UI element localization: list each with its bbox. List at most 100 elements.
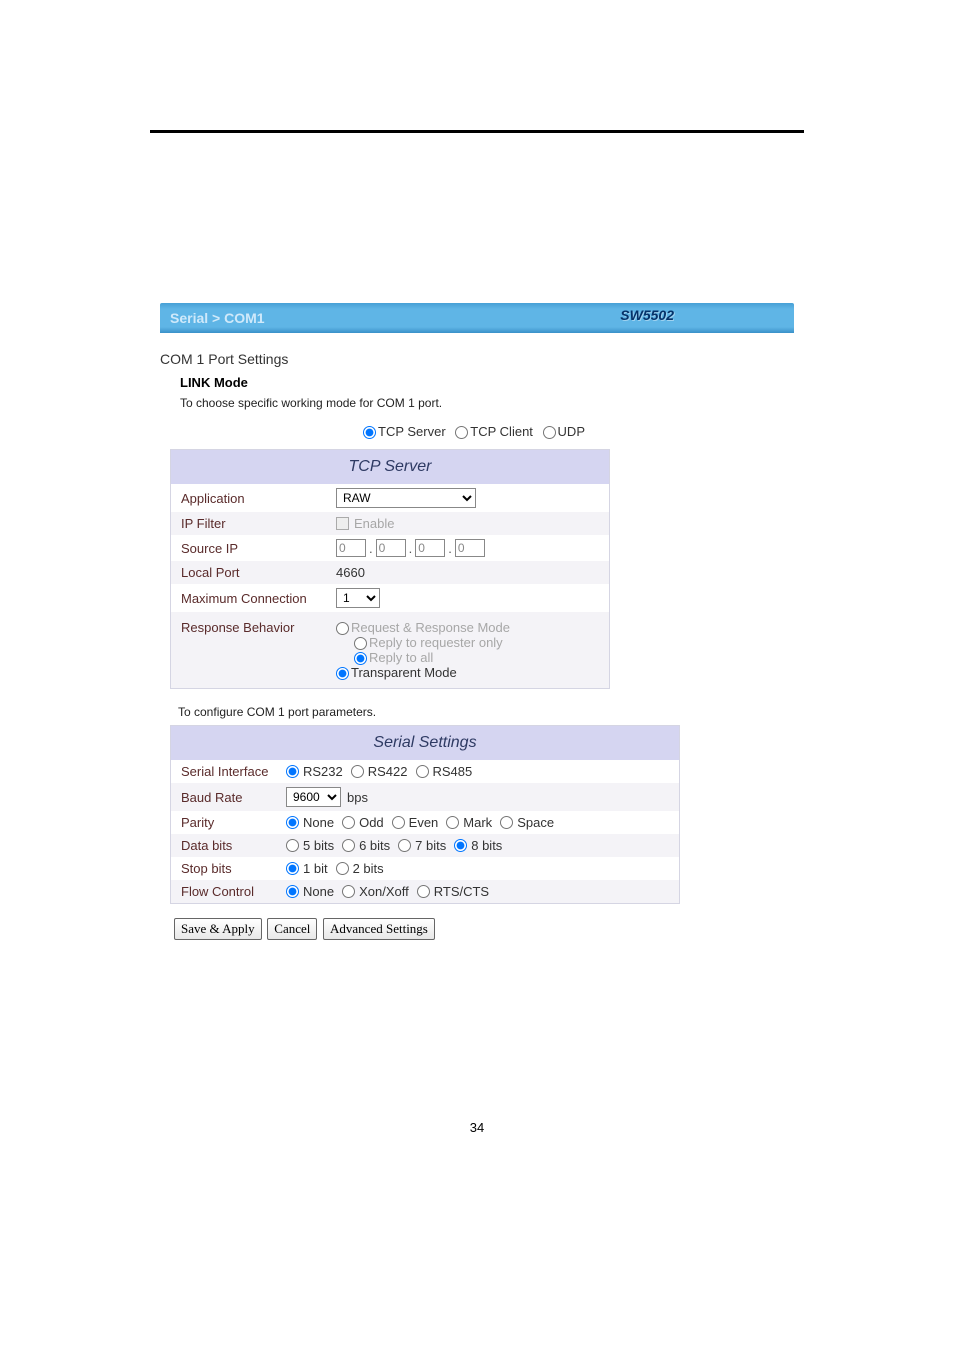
row-sourceip: Source IP . . . (171, 535, 609, 561)
page-number: 34 (0, 1120, 954, 1135)
device-model: SW5502 (620, 307, 674, 323)
cancel-button[interactable]: Cancel (267, 918, 317, 940)
row-localport: Local Port 4660 (171, 561, 609, 584)
radio-reply-requester[interactable] (354, 637, 367, 650)
title-bar: Serial > COM1 SW5502 (160, 303, 794, 333)
label-ipfilter: IP Filter (181, 516, 336, 531)
radio-parity-none[interactable] (286, 816, 299, 829)
label-6bits: 6 bits (359, 838, 390, 853)
tcp-server-panel-title: TCP Server (171, 450, 609, 484)
row-response: Response Behavior Request & Response Mod… (171, 612, 609, 688)
label-maxconn: Maximum Connection (181, 591, 336, 606)
advanced-settings-button[interactable]: Advanced Settings (323, 918, 435, 940)
link-mode-heading: LINK Mode (180, 375, 794, 390)
radio-parity-space[interactable] (500, 816, 513, 829)
select-baud[interactable]: 9600 (286, 787, 341, 807)
ip-sep: . (408, 541, 414, 556)
link-mode-helper: To choose specific working mode for COM … (180, 396, 794, 410)
link-mode-section: LINK Mode To choose specific working mod… (180, 375, 794, 410)
link-mode-radios: TCP Server TCP Client UDP (160, 424, 794, 439)
label-ipfilter-enable: Enable (354, 516, 394, 531)
radio-flow-none[interactable] (286, 885, 299, 898)
label-flow-xon: Xon/Xoff (359, 884, 409, 899)
label-stopbits: Stop bits (181, 861, 286, 876)
radio-reply-all[interactable] (354, 652, 367, 665)
radio-6bits[interactable] (342, 839, 355, 852)
label-rs232: RS232 (303, 764, 343, 779)
label-baud: Baud Rate (181, 790, 286, 805)
save-apply-button[interactable]: Save & Apply (174, 918, 262, 940)
radio-rs485[interactable] (416, 765, 429, 778)
radio-request-response[interactable] (336, 622, 349, 635)
input-ip-octet-1[interactable] (336, 539, 366, 557)
serial-settings-panel: Serial Settings Serial Interface RS232 R… (170, 725, 680, 904)
label-application: Application (181, 491, 336, 506)
row-ipfilter: IP Filter Enable (171, 512, 609, 535)
label-databits: Data bits (181, 838, 286, 853)
page-top-rule (150, 130, 804, 133)
input-ip-octet-4[interactable] (455, 539, 485, 557)
radio-parity-mark[interactable] (446, 816, 459, 829)
radio-udp[interactable] (543, 426, 556, 439)
label-rs485: RS485 (433, 764, 473, 779)
radio-2bits[interactable] (336, 862, 349, 875)
label-8bits: 8 bits (471, 838, 502, 853)
input-ip-octet-3[interactable] (415, 539, 445, 557)
content-area: Serial > COM1 SW5502 COM 1 Port Settings… (160, 303, 794, 940)
radio-1bit[interactable] (286, 862, 299, 875)
breadcrumb: Serial > COM1 (170, 310, 265, 326)
radio-udp-label: UDP (558, 424, 585, 439)
radio-flow-rts[interactable] (417, 885, 430, 898)
label-transparent: Transparent Mode (351, 665, 457, 680)
label-localport: Local Port (181, 565, 336, 580)
ip-sep: . (447, 541, 453, 556)
row-baud: Baud Rate 9600 bps (171, 783, 679, 811)
radio-parity-odd[interactable] (342, 816, 355, 829)
radio-tcp-server[interactable] (363, 426, 376, 439)
row-databits: Data bits 5 bits 6 bits 7 bits 8 bits (171, 834, 679, 857)
label-serial-interface: Serial Interface (181, 764, 286, 779)
label-rs422: RS422 (368, 764, 408, 779)
radio-rs232[interactable] (286, 765, 299, 778)
label-parity-none: None (303, 815, 334, 830)
radio-8bits[interactable] (454, 839, 467, 852)
label-2bits: 2 bits (353, 861, 384, 876)
ip-sep: . (368, 541, 374, 556)
value-localport: 4660 (336, 565, 599, 580)
radio-flow-xon[interactable] (342, 885, 355, 898)
label-sourceip: Source IP (181, 541, 336, 556)
radio-transparent[interactable] (336, 667, 349, 680)
checkbox-ipfilter[interactable] (336, 517, 349, 530)
row-parity: Parity None Odd Even Mark Space (171, 811, 679, 834)
label-response: Response Behavior (181, 620, 336, 635)
radio-rs422[interactable] (351, 765, 364, 778)
radio-5bits[interactable] (286, 839, 299, 852)
label-flow-none: None (303, 884, 334, 899)
serial-helper: To configure COM 1 port parameters. (178, 705, 794, 719)
label-5bits: 5 bits (303, 838, 334, 853)
label-reply-all: Reply to all (369, 650, 433, 665)
label-parity-space: Space (517, 815, 554, 830)
row-application: Application RAW (171, 484, 609, 512)
row-flow: Flow Control None Xon/Xoff RTS/CTS (171, 880, 679, 903)
radio-parity-even[interactable] (392, 816, 405, 829)
label-flow: Flow Control (181, 884, 286, 899)
label-1bit: 1 bit (303, 861, 328, 876)
label-reply-requester: Reply to requester only (369, 635, 503, 650)
radio-tcp-client-label: TCP Client (470, 424, 533, 439)
label-7bits: 7 bits (415, 838, 446, 853)
label-parity-mark: Mark (463, 815, 492, 830)
section-title: COM 1 Port Settings (160, 351, 794, 367)
input-ip-octet-2[interactable] (376, 539, 406, 557)
label-baud-unit: bps (347, 790, 368, 805)
radio-tcp-client[interactable] (455, 426, 468, 439)
row-serial-interface: Serial Interface RS232 RS422 RS485 (171, 760, 679, 783)
label-parity-even: Even (409, 815, 439, 830)
label-parity-odd: Odd (359, 815, 384, 830)
tcp-server-panel: TCP Server Application RAW IP Filter Ena… (170, 449, 610, 689)
select-application[interactable]: RAW (336, 488, 476, 508)
row-stopbits: Stop bits 1 bit 2 bits (171, 857, 679, 880)
row-maxconn: Maximum Connection 1 (171, 584, 609, 612)
radio-7bits[interactable] (398, 839, 411, 852)
select-maxconn[interactable]: 1 (336, 588, 380, 608)
